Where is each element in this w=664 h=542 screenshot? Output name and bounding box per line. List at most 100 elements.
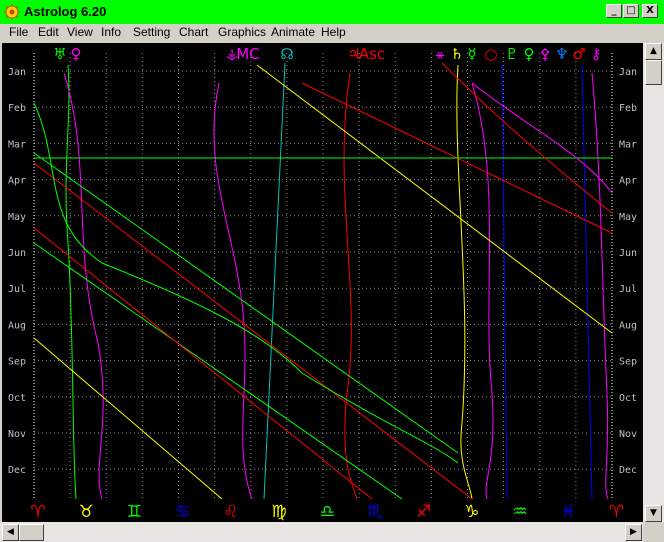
menu-view[interactable]: View <box>67 25 93 39</box>
month-label-right: Dec <box>619 465 637 476</box>
month-label-left: Jul <box>8 284 26 295</box>
month-label-right: Aug <box>619 320 637 331</box>
month-label-left: Mar <box>8 139 26 150</box>
transit-curve <box>33 242 403 500</box>
month-label-left: May <box>8 212 26 223</box>
minimize-button[interactable]: _ <box>606 4 622 18</box>
month-label-right: Mar <box>619 139 637 150</box>
transit-curve <box>33 102 459 464</box>
transit-curve <box>256 64 613 334</box>
transit-curve <box>33 162 473 500</box>
month-label-left: Dec <box>8 465 26 476</box>
month-label-right: Nov <box>619 429 637 440</box>
planet-glyph: ♆ <box>555 45 568 63</box>
menu-chart[interactable]: Chart <box>179 25 208 39</box>
transit-graph: Jan Feb Mar Apr May Jun Jul Aug Sep Oct Nov Dec Jan… <box>8 45 637 522</box>
transit-curve <box>501 64 508 500</box>
scroll-down-button[interactable]: ▼ <box>645 505 662 522</box>
astrolog-app-icon <box>4 4 20 20</box>
month-label-left: Nov <box>8 429 26 440</box>
zodiac-sign-row: ♈ ♉ ♊ ♋ ♌ ♍ ♎ ♏ ♐ ♑ ♒ ♓ ♈ <box>30 502 624 522</box>
planet-glyph: ☿ <box>467 45 476 63</box>
zodiac-sign: ♊ <box>127 502 142 522</box>
month-label-right: Jan <box>619 67 637 78</box>
zodiac-sign: ♍ <box>271 502 286 522</box>
transit-curve <box>471 82 613 194</box>
planet-glyph: ☊ <box>280 45 293 63</box>
menu-animate[interactable]: Animate <box>271 25 315 39</box>
transit-curve <box>33 337 223 500</box>
size-grip[interactable] <box>643 522 664 542</box>
month-labels-left: Jan Feb Mar Apr May Jun Jul Aug Sep Oct Nov Dec <box>8 67 26 476</box>
month-label-left: Jun <box>8 248 26 259</box>
planet-glyph: ⚷ <box>591 45 602 63</box>
menu-graphics[interactable]: Graphics <box>218 25 266 39</box>
menu-setting[interactable]: Setting <box>133 25 170 39</box>
month-label-right: Feb <box>619 103 637 114</box>
scroll-up-button[interactable]: ▲ <box>645 43 662 60</box>
planet-glyph: Asc <box>359 45 385 63</box>
month-label-left: Apr <box>8 176 26 187</box>
transit-curve <box>65 64 77 500</box>
horizontal-scroll-thumb[interactable] <box>19 524 44 541</box>
maximize-button[interactable]: □ <box>623 4 639 18</box>
month-label-left: Feb <box>8 103 26 114</box>
grid <box>33 53 613 499</box>
planet-glyph: ⚴ <box>540 45 551 63</box>
window-title: Astrolog 6.20 <box>24 4 107 19</box>
month-label-right: May <box>619 212 637 223</box>
month-label-right: Oct <box>619 393 637 404</box>
menu-file[interactable]: File <box>9 25 28 39</box>
zodiac-sign: ♋ <box>175 502 190 522</box>
scroll-left-button[interactable]: ◀ <box>2 524 19 541</box>
transit-curve <box>263 62 286 500</box>
month-label-right: Jun <box>619 248 637 259</box>
planet-glyph: ♇ <box>505 45 518 63</box>
planet-glyph: ○ <box>484 45 497 63</box>
zodiac-sign: ♐ <box>416 502 431 522</box>
planet-glyph: ♀ <box>524 45 535 63</box>
zodiac-sign: ♉ <box>79 502 94 522</box>
vertical-scroll-thumb[interactable] <box>645 60 662 85</box>
month-labels-right: Jan Feb Mar Apr May Jun Jul Aug Sep Oct Nov Dec <box>619 67 637 476</box>
menu-info[interactable]: Info <box>101 25 121 39</box>
zodiac-sign: ♒ <box>512 502 527 522</box>
zodiac-sign: ♑ <box>464 502 479 522</box>
transit-curve <box>33 152 459 454</box>
astrolog-window: Astrolog 6.20 _ □ X File Edit View Info … <box>0 0 664 542</box>
transit-curve <box>581 64 593 500</box>
transit-curve <box>456 64 473 500</box>
planet-glyph: MC <box>236 45 259 63</box>
month-label-left: Aug <box>8 320 26 331</box>
planet-glyph: ♅ <box>53 45 66 63</box>
menu-bar: File Edit View Info Setting Chart Graphi… <box>0 24 664 43</box>
transit-graph-area[interactable]: Jan Feb Mar Apr May Jun Jul Aug Sep Oct Nov Dec Jan… <box>2 43 643 522</box>
transit-curve <box>471 82 494 500</box>
horizontal-scrollbar[interactable]: ◀ ▶ <box>0 522 643 542</box>
menu-edit[interactable]: Edit <box>38 25 59 39</box>
zodiac-sign: ♈ <box>609 502 624 522</box>
transit-curve <box>33 227 373 500</box>
planet-glyph: ♂ <box>572 45 585 63</box>
title-bar[interactable]: Astrolog 6.20 _ □ X <box>0 0 664 24</box>
transit-curve <box>343 72 358 500</box>
month-label-left: Sep <box>8 357 26 368</box>
zodiac-sign: ♌ <box>223 502 238 522</box>
zodiac-sign: ♏ <box>368 502 383 522</box>
month-label-right: Apr <box>619 176 637 187</box>
menu-help[interactable]: Help <box>321 25 346 39</box>
vertical-scrollbar[interactable]: ▲ ▼ <box>643 43 664 522</box>
zodiac-sign: ♎ <box>320 502 335 522</box>
zodiac-sign: ♓ <box>561 502 576 522</box>
scroll-right-button[interactable]: ▶ <box>625 524 642 541</box>
planet-glyph: ♄ <box>450 45 463 63</box>
month-label-right: Jul <box>619 284 637 295</box>
month-label-left: Oct <box>8 393 26 404</box>
zodiac-sign: ♈ <box>30 502 45 522</box>
transit-curve <box>213 82 253 500</box>
transit-curve <box>591 72 609 500</box>
planet-glyph: ♀ <box>71 45 82 63</box>
close-button[interactable]: X <box>642 4 658 18</box>
planet-glyph-header: ♅ ♀ ⚶MC ☊ ♃Asc ⚹ ♄ ☿ ○ ♇ ♀ ⚴ ♆ ♂ ⚷ <box>53 45 601 63</box>
month-label-right: Sep <box>619 357 637 368</box>
